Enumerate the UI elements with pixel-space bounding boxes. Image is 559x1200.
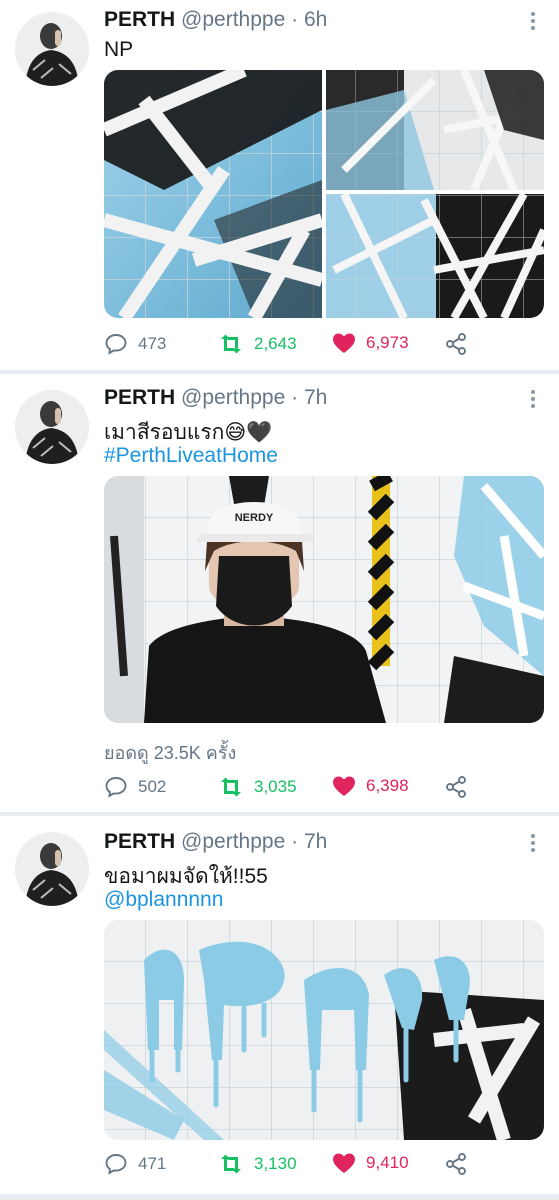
video-thumbnail[interactable]: NERDY xyxy=(104,476,544,723)
retweet-icon xyxy=(221,777,241,797)
retweet-button[interactable]: 3,035 xyxy=(218,775,297,799)
timestamp[interactable]: 7h xyxy=(304,386,327,409)
retweet-button[interactable]: 3,130 xyxy=(218,1152,297,1176)
action-bar: 471 3,130 9,410 xyxy=(104,1152,504,1182)
tweet-header: PERTH @perthppe · 7h xyxy=(104,830,327,854)
display-name[interactable]: PERTH xyxy=(104,386,175,409)
handle[interactable]: @perthppe xyxy=(181,8,285,31)
share-icon xyxy=(446,1153,466,1175)
avatar[interactable] xyxy=(15,12,89,86)
reply-count: 473 xyxy=(138,334,167,353)
tweet-text: NP xyxy=(104,38,134,61)
mention-link[interactable]: @bplannnnn xyxy=(104,888,223,912)
more-vertical-icon[interactable] xyxy=(531,834,537,855)
separator-dot: · xyxy=(291,8,299,31)
timestamp[interactable]: 6h xyxy=(304,8,327,31)
share-button[interactable] xyxy=(444,1152,478,1176)
separator-dot: · xyxy=(291,830,299,853)
reply-button[interactable]: 502 xyxy=(104,775,166,799)
share-button[interactable] xyxy=(444,775,478,799)
heart-icon xyxy=(333,776,355,796)
display-name[interactable]: PERTH xyxy=(104,830,175,853)
like-count: 6,398 xyxy=(366,776,409,795)
action-bar: 502 3,035 6,398 xyxy=(104,775,504,805)
action-bar: 473 2,643 6,973 xyxy=(104,332,504,362)
avatar[interactable] xyxy=(15,390,89,464)
reply-icon xyxy=(105,334,127,355)
tweet-header: PERTH @perthppe · 7h xyxy=(104,386,327,410)
view-count: ยอดดู 23.5K ครั้ง xyxy=(104,743,237,763)
share-icon xyxy=(446,776,466,798)
share-button[interactable] xyxy=(444,332,478,356)
retweet-count: 3,130 xyxy=(254,1154,297,1173)
handle[interactable]: @perthppe xyxy=(181,386,285,409)
reply-icon xyxy=(105,1154,127,1175)
tweet-divider xyxy=(0,1194,559,1200)
reply-count: 502 xyxy=(138,777,167,796)
timestamp[interactable]: 7h xyxy=(304,830,327,853)
reply-icon xyxy=(105,777,127,798)
photo[interactable] xyxy=(104,920,544,1140)
like-button[interactable]: 6,973 xyxy=(332,332,409,354)
tweet-header: PERTH @perthppe · 6h xyxy=(104,8,327,32)
retweet-count: 3,035 xyxy=(254,777,297,796)
heart-icon xyxy=(333,1153,355,1173)
media-grid[interactable] xyxy=(104,70,544,318)
hashtag-link[interactable]: #PerthLiveatHome xyxy=(104,444,278,468)
cap-print: NERDY xyxy=(235,512,274,524)
like-button[interactable]: 6,398 xyxy=(332,775,409,797)
display-name[interactable]: PERTH xyxy=(104,8,175,31)
avatar[interactable] xyxy=(15,832,89,906)
more-vertical-icon[interactable] xyxy=(531,12,537,33)
retweet-icon xyxy=(221,334,241,354)
tweet-1[interactable]: PERTH @perthppe · 6h NP 473 2,643 6,973 xyxy=(0,0,559,370)
heart-icon xyxy=(333,333,355,353)
reply-count: 471 xyxy=(138,1154,167,1173)
separator-dot: · xyxy=(291,386,299,409)
photo-1[interactable] xyxy=(104,70,544,318)
more-vertical-icon[interactable] xyxy=(531,390,537,411)
like-count: 9,410 xyxy=(366,1153,409,1172)
video-player[interactable]: NERDY xyxy=(104,476,544,723)
handle[interactable]: @perthppe xyxy=(181,830,285,853)
share-icon xyxy=(446,333,466,355)
reply-button[interactable]: 471 xyxy=(104,1152,166,1176)
tweet-3[interactable]: PERTH @perthppe · 7h ขอมาผมจัดให้!!55 @b… xyxy=(0,816,559,1200)
like-count: 6,973 xyxy=(366,333,409,352)
like-button[interactable]: 9,410 xyxy=(332,1152,409,1174)
tweet-2[interactable]: PERTH @perthppe · 7h เมาสีรอบแรก😅🖤 #Pert… xyxy=(0,374,559,812)
retweet-button[interactable]: 2,643 xyxy=(218,332,297,356)
retweet-icon xyxy=(221,1154,241,1174)
retweet-count: 2,643 xyxy=(254,334,297,353)
photo-graffiti[interactable] xyxy=(104,920,544,1140)
reply-button[interactable]: 473 xyxy=(104,332,166,356)
